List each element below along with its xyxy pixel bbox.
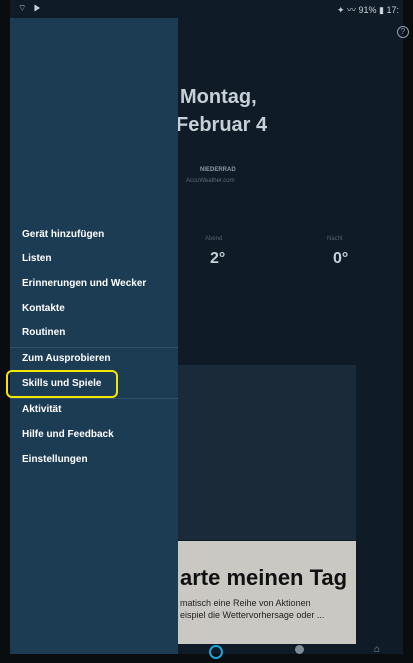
- routine-card-title: arte meinen Tag: [180, 565, 348, 590]
- location-name: NIEDERRAD: [200, 167, 236, 173]
- forecast-temp-evening: 2°: [210, 250, 226, 267]
- drawer-item-add-device[interactable]: Gerät hinzufügen: [10, 223, 178, 247]
- drawer-item-routines[interactable]: Routinen: [10, 321, 178, 345]
- drawer-item-activity[interactable]: Aktivität: [10, 398, 178, 422]
- drawer-item-settings[interactable]: Einstellungen: [10, 448, 178, 472]
- left-bezel: [0, 0, 10, 663]
- alexa-icon[interactable]: [209, 645, 223, 659]
- play-icon[interactable]: [295, 645, 304, 654]
- routine-card[interactable]: [166, 541, 356, 644]
- forecast-label-evening: Abend: [205, 236, 223, 242]
- drawer-item-contacts[interactable]: Kontakte: [10, 297, 178, 321]
- forecast-label-night: Nacht: [327, 236, 343, 242]
- drawer-item-try-out[interactable]: Zum Ausprobieren: [10, 347, 178, 371]
- home-icon[interactable]: ⌂: [374, 644, 384, 655]
- date-day: Februar 4: [176, 114, 268, 136]
- status-right-info: ✦ 〰 91% ▮ 17:: [336, 5, 399, 15]
- right-bezel: [403, 0, 413, 663]
- status-left-icons: ⌔ ▶: [18, 3, 44, 13]
- highlight-box: [6, 370, 118, 398]
- device-screen: ⌔ ▶ ✦ 〰 91% ▮ 17: ? Montag, Februar 4 NI…: [0, 0, 413, 663]
- location-source: AccuWeather.com: [186, 178, 235, 184]
- dark-card: [166, 365, 356, 540]
- routine-card-text-line1: matisch eine Reihe von Aktionen: [180, 598, 311, 608]
- status-bar: ⌔ ▶ ✦ 〰 91% ▮ 17:: [10, 0, 403, 18]
- routine-card-text-line2: eispiel die Wettervorhersage oder ...: [180, 610, 325, 620]
- drawer-item-help-feedback[interactable]: Hilfe und Feedback: [10, 423, 178, 447]
- drawer-item-lists[interactable]: Listen: [10, 247, 178, 271]
- help-icon[interactable]: ?: [397, 26, 409, 38]
- date-weekday: Montag,: [180, 86, 257, 108]
- navigation-drawer: Gerät hinzufügen Listen Erinnerungen und…: [10, 18, 178, 654]
- bottom-bezel: [0, 654, 413, 663]
- forecast-temp-night: 0°: [333, 250, 349, 267]
- drawer-item-reminders-alarms[interactable]: Erinnerungen und Wecker: [10, 272, 178, 296]
